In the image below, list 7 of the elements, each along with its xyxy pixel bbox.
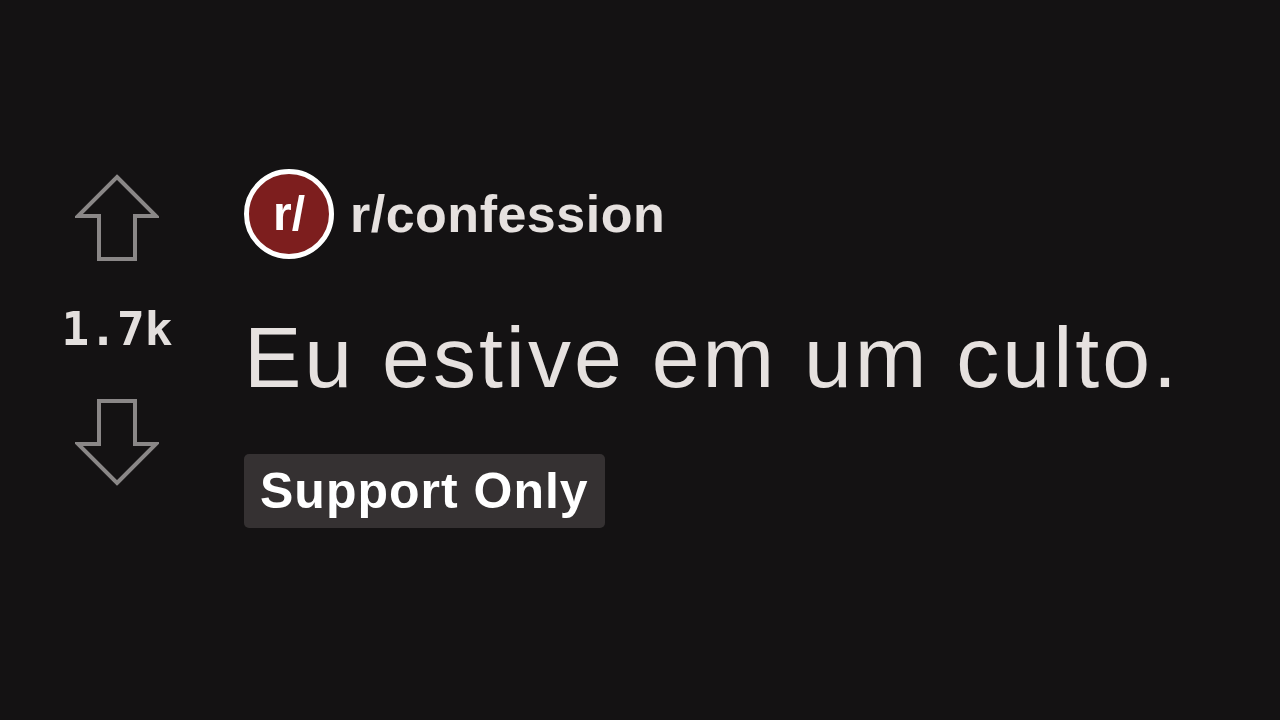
subreddit-name[interactable]: r/confession (350, 188, 666, 240)
downvote-arrow-icon[interactable] (75, 398, 159, 486)
post-flair: Support Only (244, 454, 605, 528)
post-title: Eu estive em um culto. (244, 314, 1180, 400)
subreddit-icon[interactable]: r/ (244, 169, 334, 259)
vote-score: 1.7k (61, 306, 173, 352)
upvote-arrow-icon[interactable] (75, 174, 159, 262)
